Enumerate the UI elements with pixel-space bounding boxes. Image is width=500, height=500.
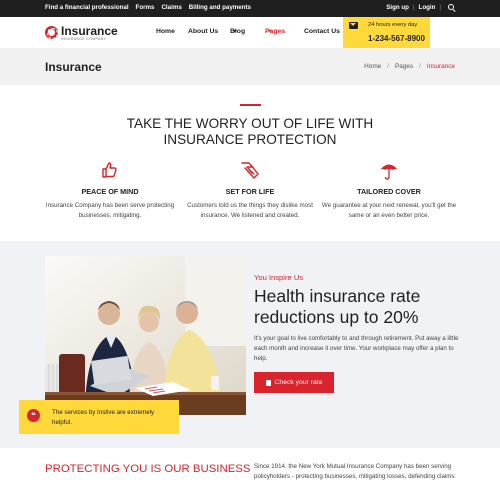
handshake-icon (240, 160, 260, 180)
breadcrumb-home[interactable]: Home (364, 63, 381, 70)
check-rate-label: Check your rate (274, 379, 323, 386)
call-hours: 24 hours every day (368, 22, 418, 28)
top-link-forms[interactable]: Forms (136, 4, 155, 11)
top-links: Find a financial professional Forms Clai… (45, 4, 251, 11)
feature-description: Insurance Company has been serve protect… (45, 202, 175, 219)
call-box[interactable]: 24 hours every day 1-234-567-8900 (343, 17, 430, 48)
promo-eyebrow: You Inspire Us (254, 273, 304, 282)
feature-description: We guarantee at your next renewal, you'l… (321, 202, 457, 219)
promo-section: ❝ The services by Instive are extremely … (0, 241, 500, 448)
umbrella-icon (379, 160, 399, 180)
feature-title: SET FOR LIFE (225, 187, 275, 196)
feature-title: TAILORED COVER (357, 187, 421, 196)
feature-description: Customers told us the things they dislik… (187, 202, 313, 219)
search-separator: | (439, 4, 441, 11)
top-link-claims[interactable]: Claims (161, 4, 181, 11)
nav-item-pages[interactable]: Pages (265, 28, 285, 35)
breadcrumb: Home / Pages / Insurance (364, 63, 455, 70)
protecting-heading: PROTECTING YOU IS OUR BUSINESS (45, 463, 251, 475)
feature-set-for-life: SET FOR LIFE Customers told us the thing… (175, 160, 325, 221)
breadcrumb-current: Insurance (426, 63, 455, 70)
breadcrumb-separator: / (419, 63, 421, 70)
document-icon (265, 379, 271, 386)
section-headline: TAKE THE WORRY OUT OF LIFE WITH INSURANC… (126, 116, 374, 147)
nav-item-blog[interactable]: Blog (230, 28, 245, 35)
top-bar: Find a financial professional Forms Clai… (0, 0, 500, 17)
mail-icon (349, 22, 358, 29)
page-title: Insurance (45, 60, 102, 74)
quote-icon: ❝ (27, 409, 40, 422)
page-header: Insurance Home / Pages / Insurance (0, 48, 500, 85)
main-navbar: Insurance INSURANCE COMPANY Home About U… (0, 17, 500, 48)
search-icon[interactable] (448, 4, 455, 11)
top-link-financial-professional[interactable]: Find a financial professional (45, 4, 129, 11)
account-separator: | (412, 4, 415, 11)
logo[interactable]: Insurance INSURANCE COMPANY (45, 25, 118, 42)
lifebuoy-icon (45, 26, 58, 39)
feature-tailored-cover: TAILORED COVER We guarantee at your next… (314, 160, 464, 221)
logo-title: Insurance (61, 24, 118, 38)
promo-body: It's your goal to live comfortably to an… (254, 335, 459, 362)
breadcrumb-separator: / (387, 63, 390, 70)
login-link[interactable]: Login (419, 4, 436, 11)
signup-link[interactable]: Sign up (386, 4, 409, 11)
consultation-photo (45, 256, 246, 415)
promo-title: Health insurance rate reductions up to 2… (254, 286, 421, 327)
company-history-text: Since 1914, the New York Mutual Insuranc… (254, 463, 455, 480)
thumbs-up-icon (100, 160, 120, 180)
feature-peace-of-mind: PEACE OF MIND Insurance Company has been… (35, 160, 185, 221)
check-rate-button[interactable]: Check your rate (254, 372, 334, 393)
feature-title: PEACE OF MIND (81, 187, 139, 196)
testimonial-text: The services by Instive are extremely he… (52, 409, 155, 426)
call-number[interactable]: 1-234-567-8900 (368, 34, 425, 43)
headline-divider (240, 104, 261, 106)
testimonial-quote: ❝ The services by Instive are extremely … (19, 400, 179, 434)
breadcrumb-pages[interactable]: Pages (395, 63, 413, 70)
top-link-billing[interactable]: Billing and payments (189, 4, 251, 11)
account-links: Sign up | Login | (386, 4, 455, 11)
